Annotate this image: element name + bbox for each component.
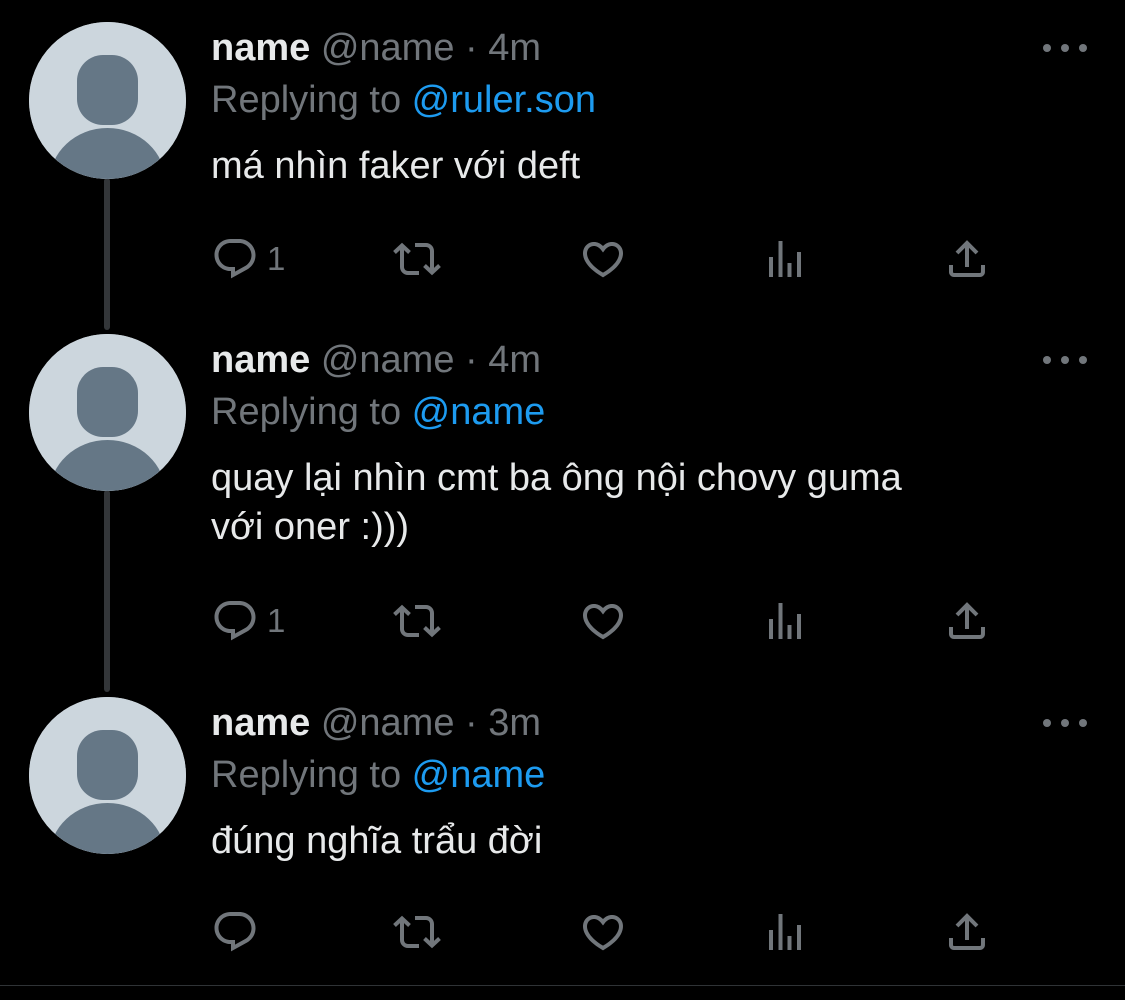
reply-button[interactable] [211, 907, 267, 957]
tweet-header: name @name · 3m [211, 699, 1081, 747]
retweet-icon [393, 242, 441, 276]
retweet-icon [393, 915, 441, 949]
analytics-icon [769, 603, 801, 639]
tweet-content: name @name · 4m Replying to @ruler.son m… [211, 24, 1081, 191]
like-icon [582, 242, 624, 278]
timestamp[interactable]: 4m [488, 339, 541, 381]
share-icon [949, 240, 985, 277]
tweet-text: má nhìn faker với deft [211, 145, 581, 187]
tweet-thread: name @name · 4m Replying to @ruler.son m… [0, 0, 1125, 1000]
analytics-icon [769, 914, 801, 950]
tweet-text: quay lại nhìn cmt ba ông nội chovy guma … [211, 457, 902, 548]
replying-to-label: Replying to [211, 754, 412, 796]
like-icon [582, 604, 624, 640]
analytics-button[interactable] [761, 907, 809, 957]
mention-link[interactable]: @name [412, 391, 546, 433]
reply-icon [214, 912, 256, 952]
retweet-icon [393, 604, 441, 638]
tweet-text: đúng nghĩa trẩu đời [211, 820, 543, 862]
display-name[interactable]: name [211, 702, 310, 744]
reply-icon [214, 239, 256, 279]
tweet[interactable]: name @name · 4m Replying to @ruler.son m… [0, 0, 1125, 320]
replying-to-label: Replying to [211, 79, 412, 121]
more-options-button[interactable] [1043, 348, 1087, 372]
mention-link[interactable]: @ruler.son [412, 79, 596, 121]
more-icon [1043, 719, 1051, 727]
more-icon [1061, 356, 1069, 364]
more-icon [1061, 44, 1069, 52]
like-button[interactable] [579, 907, 627, 957]
more-icon [1079, 44, 1087, 52]
avatar[interactable] [29, 334, 186, 491]
more-options-button[interactable] [1043, 36, 1087, 60]
avatar[interactable] [29, 697, 186, 854]
mention-link[interactable]: @name [412, 754, 546, 796]
more-icon [1043, 44, 1051, 52]
tweet[interactable]: name @name · 3m Replying to @name đúng n… [0, 675, 1125, 985]
default-profile-icon [29, 697, 186, 854]
display-name[interactable]: name [211, 339, 310, 381]
like-icon [582, 915, 624, 951]
share-button[interactable] [943, 596, 991, 646]
share-icon [949, 913, 985, 950]
analytics-button[interactable] [761, 234, 809, 284]
retweet-button[interactable] [393, 907, 441, 957]
retweet-button[interactable] [393, 234, 441, 284]
separator-dot: · [465, 339, 478, 381]
like-button[interactable] [579, 596, 627, 646]
tweet-content: name @name · 3m Replying to @name đúng n… [211, 699, 1081, 866]
tweet-header: name @name · 4m [211, 24, 1081, 72]
analytics-button[interactable] [761, 596, 809, 646]
separator-dot: · [465, 27, 478, 69]
avatar[interactable] [29, 22, 186, 179]
reply-button[interactable]: 1 [211, 596, 285, 646]
like-button[interactable] [579, 234, 627, 284]
bottom-divider [0, 985, 1125, 986]
user-handle[interactable]: @name [321, 27, 455, 69]
reply-count: 1 [267, 240, 286, 277]
more-options-button[interactable] [1043, 711, 1087, 735]
default-profile-icon [29, 22, 186, 179]
reply-count: 1 [267, 602, 286, 639]
timestamp[interactable]: 3m [488, 702, 541, 744]
user-handle[interactable]: @name [321, 702, 455, 744]
more-icon [1043, 356, 1051, 364]
more-icon [1079, 719, 1087, 727]
replying-to: Replying to @name [211, 388, 1081, 436]
share-button[interactable] [943, 907, 991, 957]
tweet-actions: 1 [211, 234, 1011, 284]
retweet-button[interactable] [393, 596, 441, 646]
more-icon [1061, 719, 1069, 727]
reply-button[interactable]: 1 [211, 234, 285, 284]
tweet-actions: 1 [211, 596, 1011, 646]
tweet-header: name @name · 4m [211, 336, 1081, 384]
tweet[interactable]: name @name · 4m Replying to @name quay l… [0, 312, 1125, 672]
separator-dot: · [465, 702, 478, 744]
replying-to: Replying to @ruler.son [211, 76, 1081, 124]
timestamp[interactable]: 4m [488, 27, 541, 69]
more-icon [1079, 356, 1087, 364]
default-profile-icon [29, 334, 186, 491]
replying-to-label: Replying to [211, 391, 412, 433]
analytics-icon [769, 241, 801, 277]
replying-to: Replying to @name [211, 751, 1081, 799]
tweet-content: name @name · 4m Replying to @name quay l… [211, 336, 1081, 552]
reply-icon [214, 601, 256, 641]
tweet-actions [211, 907, 1011, 957]
user-handle[interactable]: @name [321, 339, 455, 381]
share-icon [949, 602, 985, 639]
share-button[interactable] [943, 234, 991, 284]
display-name[interactable]: name [211, 27, 310, 69]
